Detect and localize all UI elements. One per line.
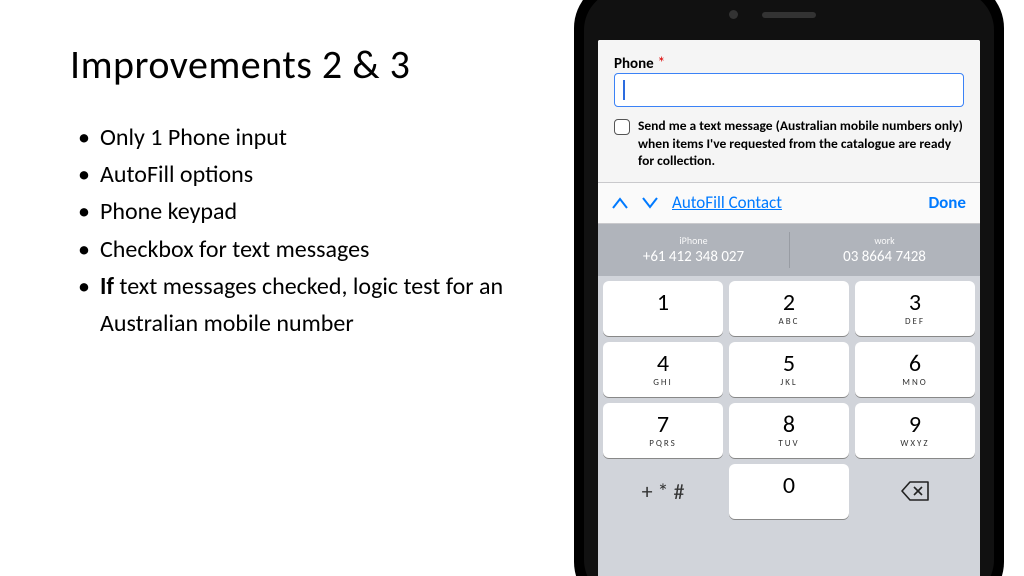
phone-speaker bbox=[762, 12, 816, 18]
text-caret bbox=[623, 80, 625, 100]
phone-column: Phone * Send me a text message (Australi… bbox=[540, 0, 1024, 576]
suggestion-item[interactable]: work 03 8664 7428 bbox=[789, 224, 980, 276]
bullet-bold-word: If bbox=[100, 272, 114, 301]
key-6[interactable]: 6MNO bbox=[855, 342, 975, 397]
key-7[interactable]: 7PQRS bbox=[603, 403, 723, 458]
suggestion-number: 03 8664 7428 bbox=[843, 248, 926, 266]
required-asterisk: * bbox=[657, 54, 665, 73]
key-1[interactable]: 1 bbox=[603, 281, 723, 336]
next-field-icon[interactable] bbox=[642, 192, 658, 214]
key-9[interactable]: 9WXYZ bbox=[855, 403, 975, 458]
phone-label: Phone bbox=[614, 55, 654, 73]
backspace-key[interactable] bbox=[855, 464, 975, 519]
backspace-icon bbox=[901, 481, 929, 501]
bullet-list: Only 1 Phone input AutoFill options Phon… bbox=[70, 119, 530, 342]
slide: Improvements 2 & 3 Only 1 Phone input Au… bbox=[0, 0, 1024, 576]
key-5[interactable]: 5JKL bbox=[729, 342, 849, 397]
form-area: Phone * Send me a text message (Australi… bbox=[598, 40, 980, 182]
suggestion-item[interactable]: iPhone +61 412 348 027 bbox=[598, 224, 789, 276]
slide-title: Improvements 2 & 3 bbox=[70, 40, 530, 89]
key-3[interactable]: 3DEF bbox=[855, 281, 975, 336]
key-symbols[interactable]: + * # bbox=[603, 464, 723, 519]
slide-text-column: Improvements 2 & 3 Only 1 Phone input Au… bbox=[0, 0, 540, 576]
key-0[interactable]: 0 bbox=[729, 464, 849, 519]
key-8[interactable]: 8TUV bbox=[729, 403, 849, 458]
autofill-suggestions: iPhone +61 412 348 027 work 03 8664 7428 bbox=[598, 224, 980, 276]
phone-screen: Phone * Send me a text message (Australi… bbox=[598, 40, 980, 576]
bullet-item: Checkbox for text messages bbox=[78, 231, 530, 268]
suggestion-label: iPhone bbox=[679, 234, 707, 247]
checkbox-row: Send me a text message (Australian mobil… bbox=[614, 117, 964, 170]
keyboard-toolbar: AutoFill Contact Done bbox=[598, 182, 980, 224]
autofill-contact-link[interactable]: AutoFill Contact bbox=[672, 192, 782, 213]
key-4[interactable]: 4GHI bbox=[603, 342, 723, 397]
phone-input[interactable] bbox=[614, 73, 964, 107]
done-button[interactable]: Done bbox=[928, 192, 966, 213]
bullet-item: Only 1 Phone input bbox=[78, 119, 530, 156]
key-2[interactable]: 2ABC bbox=[729, 281, 849, 336]
sms-checkbox[interactable] bbox=[614, 119, 630, 135]
checkbox-label: Send me a text message (Australian mobil… bbox=[638, 117, 964, 170]
prev-field-icon[interactable] bbox=[612, 192, 628, 214]
phone-camera-dot bbox=[729, 10, 738, 19]
bullet-rest: text messages checked, logic test for an… bbox=[100, 272, 503, 338]
bullet-item: AutoFill options bbox=[78, 156, 530, 193]
bullet-item: If text messages checked, logic test for… bbox=[78, 268, 530, 342]
phone-bezel: Phone * Send me a text message (Australi… bbox=[584, 0, 994, 576]
phone-frame: Phone * Send me a text message (Australi… bbox=[574, 0, 1004, 576]
bullet-item: Phone keypad bbox=[78, 193, 530, 230]
keypad: 1 2ABC 3DEF 4GHI 5JKL 6MNO 7PQRS 8TUV 9W… bbox=[598, 276, 980, 576]
suggestion-label: work bbox=[874, 234, 894, 247]
suggestion-number: +61 412 348 027 bbox=[643, 248, 744, 266]
